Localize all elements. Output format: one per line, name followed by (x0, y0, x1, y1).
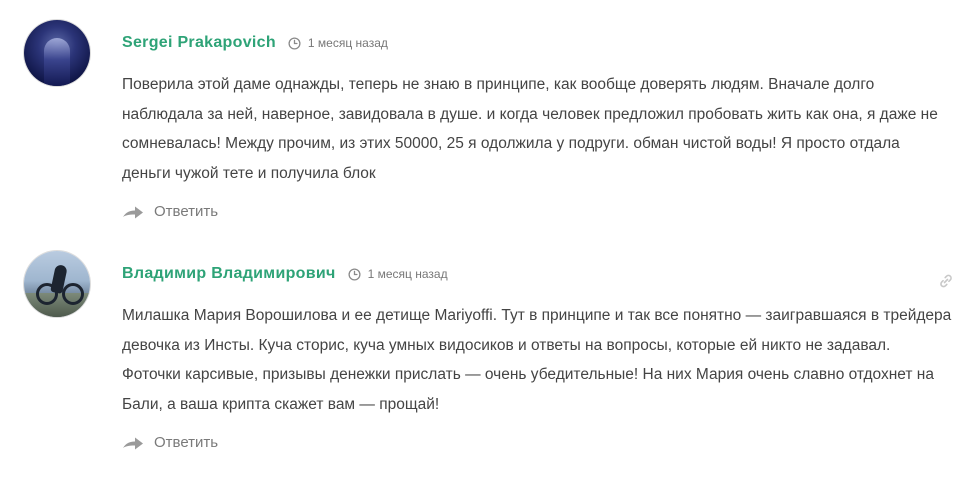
clock-icon (288, 36, 301, 50)
avatar-wheel (62, 283, 84, 305)
reply-arrow-icon (123, 206, 143, 218)
reply-label: Ответить (154, 434, 219, 451)
comment-text: Поверила этой даме однажды, теперь не зн… (122, 76, 938, 182)
clock-icon (348, 267, 361, 281)
comment-body: Владимир Владимирович 1 месяц назад Мила… (122, 251, 952, 451)
avatar-wheel (36, 283, 58, 305)
comment-meta: Sergei Prakapovich 1 месяц назад (122, 31, 952, 55)
reply-label: Ответить (154, 203, 219, 220)
reply-arrow-icon (123, 437, 143, 449)
comment-author[interactable]: Владимир Владимирович (122, 265, 336, 283)
comment-timestamp[interactable]: 1 месяц назад (348, 267, 448, 281)
comment-author[interactable]: Sergei Prakapovich (122, 34, 276, 52)
reply-button[interactable]: Ответить (122, 434, 952, 451)
comment-timestamp[interactable]: 1 месяц назад (288, 36, 388, 50)
reply-button[interactable]: Ответить (122, 203, 952, 220)
comment-time-label: 1 месяц назад (307, 36, 388, 50)
avatar[interactable] (24, 20, 90, 86)
comment-time-label: 1 месяц назад (367, 267, 448, 281)
comment-text: Милашка Мария Ворошилова и ее детище Mar… (122, 307, 952, 413)
avatar-silhouette (44, 38, 70, 86)
permalink-icon[interactable] (938, 273, 954, 289)
comment-body: Sergei Prakapovich 1 месяц назад Поверил… (122, 20, 952, 220)
comment-meta: Владимир Владимирович 1 месяц назад (122, 262, 952, 286)
avatar[interactable] (24, 251, 90, 317)
